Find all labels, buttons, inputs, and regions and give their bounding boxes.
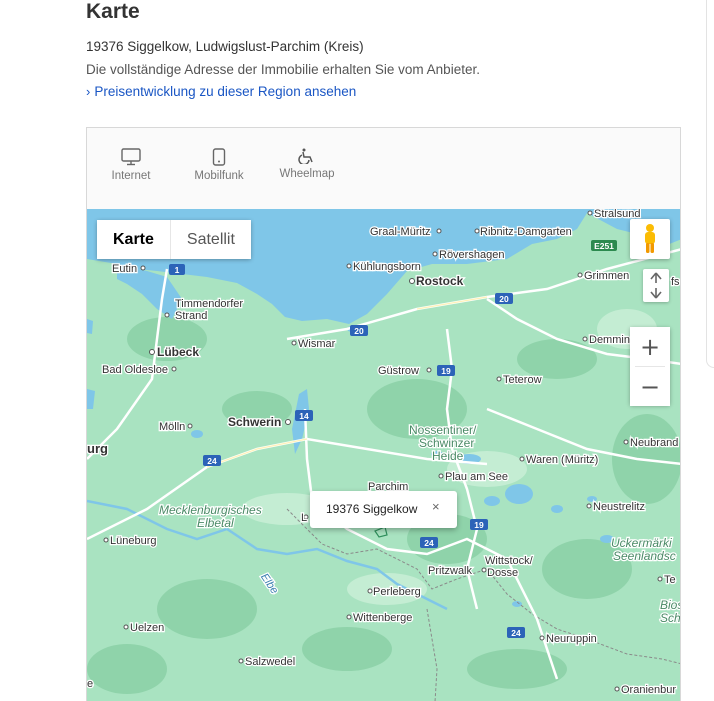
map-canvas: 1 20 20 19 19 14 24 24 24 E251 Stralsund… bbox=[87, 209, 681, 701]
place-label: Lüneburg bbox=[110, 535, 157, 547]
place-label: Sch bbox=[660, 611, 681, 625]
place-label: Wismar bbox=[298, 338, 336, 350]
road-label: 24 bbox=[424, 538, 434, 548]
road-label: 19 bbox=[441, 366, 451, 376]
wheelchair-icon bbox=[298, 148, 313, 164]
place-label: Schwerin bbox=[228, 415, 281, 429]
road-label: E251 bbox=[594, 241, 614, 251]
place-label: Elbetal bbox=[197, 516, 234, 530]
place-label: Ribnitz-Damgarten bbox=[480, 226, 572, 238]
place-label: Uckermärki bbox=[611, 536, 672, 550]
place-label: Heide bbox=[432, 449, 464, 463]
google-map[interactable]: 1 20 20 19 19 14 24 24 24 E251 Stralsund… bbox=[87, 209, 681, 701]
road-label: 20 bbox=[354, 326, 364, 336]
place-label: L bbox=[301, 512, 307, 524]
tab-internet[interactable]: Internet bbox=[107, 148, 155, 182]
place-label: Wittenberge bbox=[353, 612, 412, 624]
info-window: 19376 Siggelkow × bbox=[310, 491, 457, 528]
road-label: 24 bbox=[207, 456, 217, 466]
place-label: Pritzwalk bbox=[428, 565, 473, 577]
place-label: Grimmen bbox=[584, 270, 629, 282]
place-label: Te bbox=[664, 574, 676, 586]
place-label: urg bbox=[87, 441, 108, 456]
place-label: Mecklenburgisches bbox=[159, 503, 262, 517]
zoom-control: + − bbox=[630, 327, 670, 406]
place-label: Teterow bbox=[503, 374, 542, 386]
tilt-control[interactable] bbox=[643, 269, 669, 302]
street-view-pegman[interactable] bbox=[630, 219, 670, 259]
place-label: Schwinzer bbox=[419, 436, 474, 450]
monitor-icon bbox=[121, 148, 141, 166]
pegman-icon bbox=[645, 224, 655, 253]
road-label: 24 bbox=[511, 628, 521, 638]
property-address: 19376 Siggelkow, Ludwigslust-Parchim (Kr… bbox=[86, 39, 364, 54]
place-label: Rostock bbox=[416, 274, 464, 288]
rotate-arrows-icon bbox=[650, 272, 662, 299]
place-label: Seenlandsc bbox=[613, 549, 676, 563]
place-label: Salzwedel bbox=[245, 656, 295, 668]
phone-icon bbox=[212, 148, 226, 166]
place-label: Lübeck bbox=[157, 345, 199, 359]
place-label: Dosse bbox=[487, 567, 518, 579]
place-label: Waren (Müritz) bbox=[526, 454, 598, 466]
place-label: Bios bbox=[660, 598, 681, 612]
place-label: Kühlungsborn bbox=[353, 261, 421, 273]
place-label: Neuruppin bbox=[546, 633, 597, 645]
tab-wheelmap[interactable]: Wheelmap bbox=[275, 148, 339, 180]
chevron-right-icon: › bbox=[86, 84, 91, 99]
place-label: e bbox=[87, 678, 93, 690]
place-label: Neustrelitz bbox=[593, 501, 645, 513]
place-label: Strand bbox=[175, 310, 207, 322]
place-label: Mölln bbox=[159, 421, 185, 433]
map-type-control: Karte Satellit bbox=[97, 220, 251, 259]
tab-label: Internet bbox=[111, 170, 151, 182]
place-label: Oranienbur bbox=[621, 684, 676, 696]
close-icon[interactable]: × bbox=[432, 499, 440, 514]
price-development-link[interactable]: › Preisentwicklung zu dieser Region anseh… bbox=[86, 84, 356, 99]
place-label: Plau am See bbox=[445, 471, 508, 483]
road-label: 14 bbox=[299, 411, 309, 421]
road-label: 20 bbox=[499, 294, 509, 304]
address-note: Die vollständige Adresse der Immobilie e… bbox=[86, 62, 480, 77]
road-label: 1 bbox=[175, 265, 180, 275]
tab-label: Mobilfunk bbox=[194, 170, 244, 182]
page-title: Karte bbox=[86, 0, 140, 23]
place-label: Graal-Müritz bbox=[370, 226, 431, 238]
place-label: Wittstock/ bbox=[485, 555, 534, 567]
place-label: Eutin bbox=[112, 263, 137, 275]
place-label: Rövershagen bbox=[439, 249, 504, 261]
tab-label: Wheelmap bbox=[279, 168, 335, 180]
place-label: Nossentiner/ bbox=[409, 423, 477, 437]
place-label: Güstrow bbox=[378, 365, 419, 377]
place-label: Uelzen bbox=[130, 622, 164, 634]
map-layer-tabs: Internet Mobilfunk Wheelmap bbox=[87, 128, 680, 210]
map-panel: Internet Mobilfunk Wheelmap 1 20 20 19 1… bbox=[86, 127, 681, 701]
place-label: Perleberg bbox=[373, 586, 421, 598]
map-type-satellit-button[interactable]: Satellit bbox=[170, 220, 251, 259]
info-window-text: 19376 Siggelkow bbox=[326, 502, 418, 516]
place-label: Timmendorfer bbox=[175, 298, 243, 310]
zoom-out-button[interactable]: − bbox=[630, 367, 670, 406]
tab-mobilfunk[interactable]: Mobilfunk bbox=[189, 148, 249, 182]
road-label: 19 bbox=[474, 520, 484, 530]
place-label: Neubrand bbox=[630, 437, 678, 449]
price-link-label: Preisentwicklung zu dieser Region ansehe… bbox=[94, 84, 357, 99]
zoom-in-button[interactable]: + bbox=[630, 327, 670, 366]
map-type-karte-button[interactable]: Karte bbox=[97, 220, 171, 259]
place-label: Bad Oldesloe bbox=[102, 364, 168, 376]
place-label: fs bbox=[671, 276, 680, 288]
place-label: Demmin bbox=[589, 334, 630, 346]
page-scrollbar[interactable] bbox=[706, 0, 714, 368]
